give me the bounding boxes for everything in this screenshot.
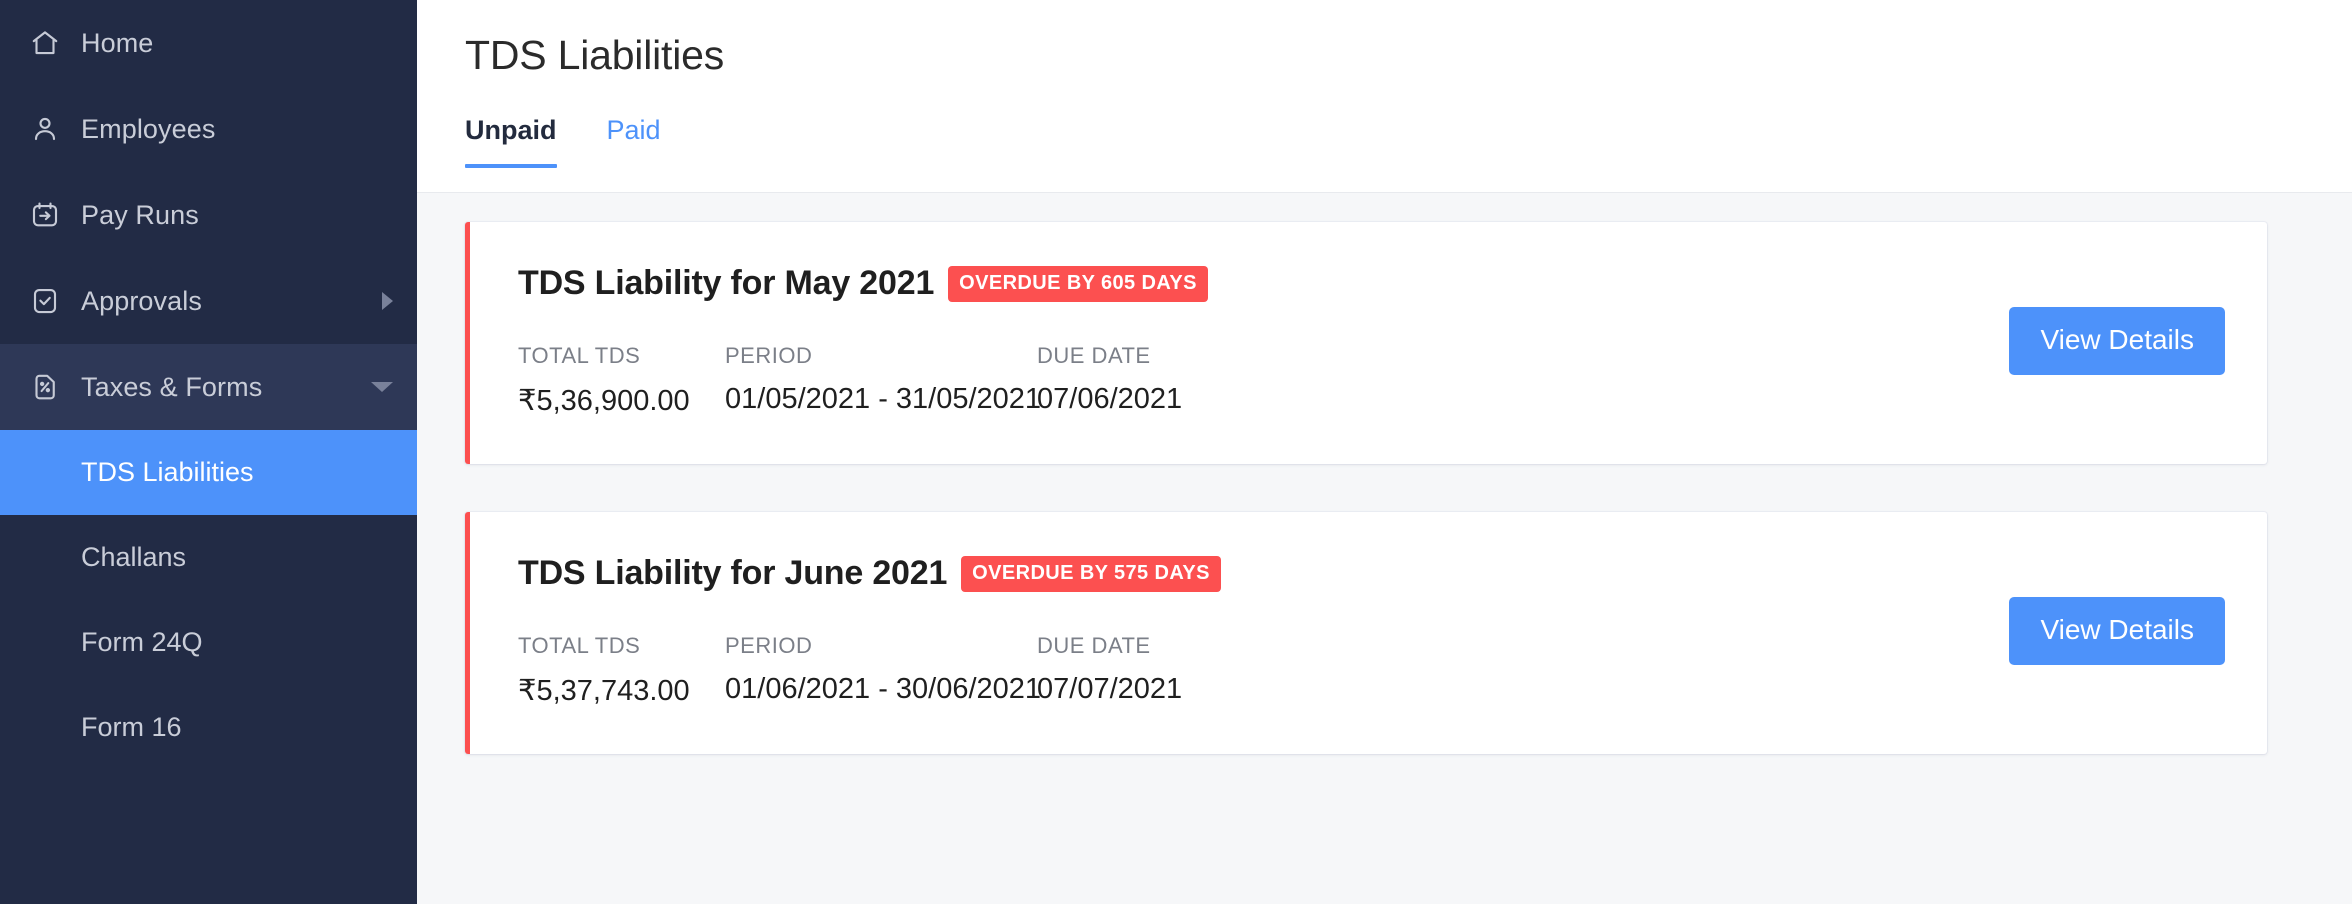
sidebar-subitem-label: Form 24Q bbox=[81, 627, 203, 658]
sidebar-subitem-form-16[interactable]: Form 16 bbox=[0, 685, 417, 770]
metric-period: PERIOD 01/06/2021 - 30/06/2021 bbox=[725, 633, 1037, 708]
metric-due-date: DUE DATE 07/07/2021 bbox=[1037, 633, 1337, 708]
metric-total-tds: TOTAL TDS ₹5,37,743.00 bbox=[518, 633, 725, 708]
metric-label: DUE DATE bbox=[1037, 343, 1337, 369]
calendar-arrow-icon bbox=[18, 200, 72, 230]
sidebar-item-label: Employees bbox=[81, 114, 215, 145]
metric-value: ₹5,37,743.00 bbox=[518, 673, 725, 708]
sidebar-item-taxes-and-forms[interactable]: Taxes & Forms bbox=[0, 344, 417, 430]
app-root: Home Employees Pay Runs bbox=[0, 0, 2352, 904]
metric-value: 01/06/2021 - 30/06/2021 bbox=[725, 673, 1037, 706]
sidebar-item-home[interactable]: Home bbox=[0, 0, 417, 86]
metric-value: 01/05/2021 - 31/05/2021 bbox=[725, 383, 1037, 416]
metric-label: TOTAL TDS bbox=[518, 633, 725, 659]
sidebar-item-employees[interactable]: Employees bbox=[0, 86, 417, 172]
liability-card-header: TDS Liability for May 2021 OVERDUE BY 60… bbox=[518, 264, 2225, 303]
tab-paid[interactable]: Paid bbox=[607, 115, 661, 168]
liability-metrics: TOTAL TDS ₹5,36,900.00 PERIOD 01/05/2021… bbox=[518, 343, 2225, 418]
page-title: TDS Liabilities bbox=[465, 0, 2352, 79]
metric-label: PERIOD bbox=[725, 633, 1037, 659]
liability-card-header: TDS Liability for June 2021 OVERDUE BY 5… bbox=[518, 554, 2225, 593]
sidebar-subitem-challans[interactable]: Challans bbox=[0, 515, 417, 600]
tab-unpaid[interactable]: Unpaid bbox=[465, 115, 557, 168]
sidebar-subitem-label: Form 16 bbox=[81, 712, 182, 743]
sidebar-subitem-tds-liabilities[interactable]: TDS Liabilities bbox=[0, 430, 417, 515]
view-details-button[interactable]: View Details bbox=[2009, 307, 2225, 375]
status-badge-overdue: OVERDUE BY 605 DAYS bbox=[948, 266, 1208, 302]
liability-metrics: TOTAL TDS ₹5,37,743.00 PERIOD 01/06/2021… bbox=[518, 633, 2225, 708]
liability-card-inner: TDS Liability for May 2021 OVERDUE BY 60… bbox=[465, 264, 2267, 418]
sidebar-subitem-label: Challans bbox=[81, 542, 186, 573]
liability-card: TDS Liability for May 2021 OVERDUE BY 60… bbox=[465, 222, 2267, 464]
metric-value: 07/06/2021 bbox=[1037, 383, 1337, 416]
metric-value: ₹5,36,900.00 bbox=[518, 383, 725, 418]
user-icon bbox=[18, 114, 72, 144]
sidebar-item-label: Taxes & Forms bbox=[81, 372, 262, 403]
chevron-down-icon bbox=[371, 382, 393, 392]
sidebar-item-label: Approvals bbox=[81, 286, 202, 317]
status-badge-overdue: OVERDUE BY 575 DAYS bbox=[961, 556, 1221, 592]
check-square-icon bbox=[18, 286, 72, 316]
metric-label: TOTAL TDS bbox=[518, 343, 725, 369]
metric-total-tds: TOTAL TDS ₹5,36,900.00 bbox=[518, 343, 725, 418]
sidebar-subitem-label: TDS Liabilities bbox=[81, 457, 254, 488]
chevron-right-icon bbox=[382, 292, 393, 310]
liability-card-list: TDS Liability for May 2021 OVERDUE BY 60… bbox=[417, 193, 2352, 754]
home-icon bbox=[18, 28, 72, 58]
metric-period: PERIOD 01/05/2021 - 31/05/2021 bbox=[725, 343, 1037, 418]
liability-title: TDS Liability for June 2021 bbox=[518, 554, 947, 593]
liability-title: TDS Liability for May 2021 bbox=[518, 264, 934, 303]
sidebar: Home Employees Pay Runs bbox=[0, 0, 417, 904]
main-content: TDS Liabilities Unpaid Paid TDS Liabilit… bbox=[417, 0, 2352, 904]
metric-due-date: DUE DATE 07/06/2021 bbox=[1037, 343, 1337, 418]
metric-value: 07/07/2021 bbox=[1037, 673, 1337, 706]
sidebar-item-pay-runs[interactable]: Pay Runs bbox=[0, 172, 417, 258]
liability-card: TDS Liability for June 2021 OVERDUE BY 5… bbox=[465, 512, 2267, 754]
tab-bar: Unpaid Paid bbox=[465, 108, 2352, 168]
sidebar-subitem-form-24q[interactable]: Form 24Q bbox=[0, 600, 417, 685]
page-header: TDS Liabilities Unpaid Paid bbox=[417, 0, 2352, 193]
sidebar-item-label: Home bbox=[81, 28, 153, 59]
metric-label: PERIOD bbox=[725, 343, 1037, 369]
liability-card-inner: TDS Liability for June 2021 OVERDUE BY 5… bbox=[465, 554, 2267, 708]
view-details-button[interactable]: View Details bbox=[2009, 597, 2225, 665]
sidebar-item-approvals[interactable]: Approvals bbox=[0, 258, 417, 344]
sidebar-item-label: Pay Runs bbox=[81, 200, 199, 231]
metric-label: DUE DATE bbox=[1037, 633, 1337, 659]
percent-document-icon bbox=[18, 372, 72, 402]
